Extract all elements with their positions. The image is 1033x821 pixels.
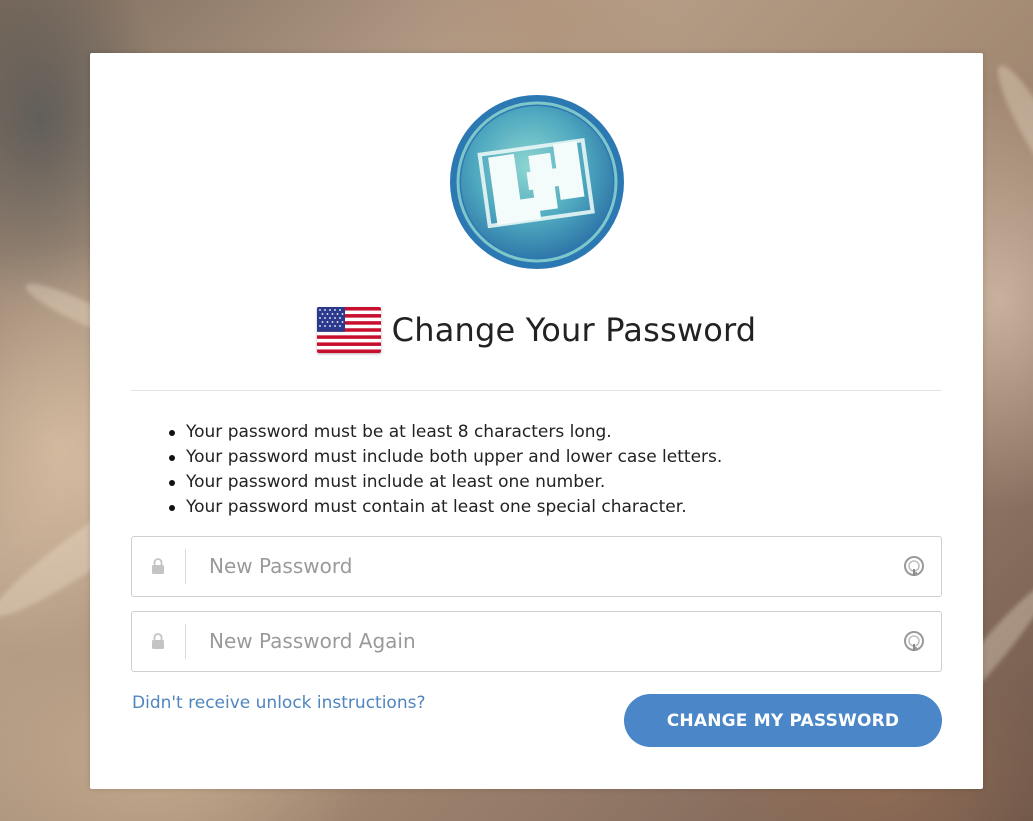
requirement-item: Your password must include both upper an… bbox=[168, 445, 722, 470]
password-requirements-list: Your password must be at least 8 charact… bbox=[168, 420, 722, 520]
field-separator bbox=[185, 624, 186, 659]
lock-icon bbox=[152, 633, 164, 649]
field-separator bbox=[185, 549, 186, 584]
new-password-field[interactable] bbox=[131, 536, 942, 597]
new-password-input[interactable] bbox=[209, 547, 889, 585]
requirement-item: Your password must be at least 8 charact… bbox=[168, 420, 722, 445]
unlock-instructions-link[interactable]: Didn't receive unlock instructions? bbox=[132, 693, 426, 713]
company-logo-icon bbox=[450, 95, 624, 269]
new-password-again-field[interactable] bbox=[131, 611, 942, 672]
change-password-button[interactable]: CHANGE MY PASSWORD bbox=[624, 694, 942, 747]
password-manager-icon[interactable] bbox=[903, 630, 925, 652]
divider bbox=[131, 390, 942, 391]
change-password-card: Change Your Password Your password must … bbox=[90, 53, 983, 789]
password-manager-icon[interactable] bbox=[903, 555, 925, 577]
title-row: Change Your Password bbox=[90, 305, 983, 355]
us-flag-icon[interactable] bbox=[316, 307, 381, 353]
requirement-item: Your password must contain at least one … bbox=[168, 495, 722, 520]
new-password-again-input[interactable] bbox=[209, 622, 889, 660]
requirement-item: Your password must include at least one … bbox=[168, 470, 722, 495]
page-title: Change Your Password bbox=[391, 311, 757, 349]
lock-icon bbox=[152, 558, 164, 574]
